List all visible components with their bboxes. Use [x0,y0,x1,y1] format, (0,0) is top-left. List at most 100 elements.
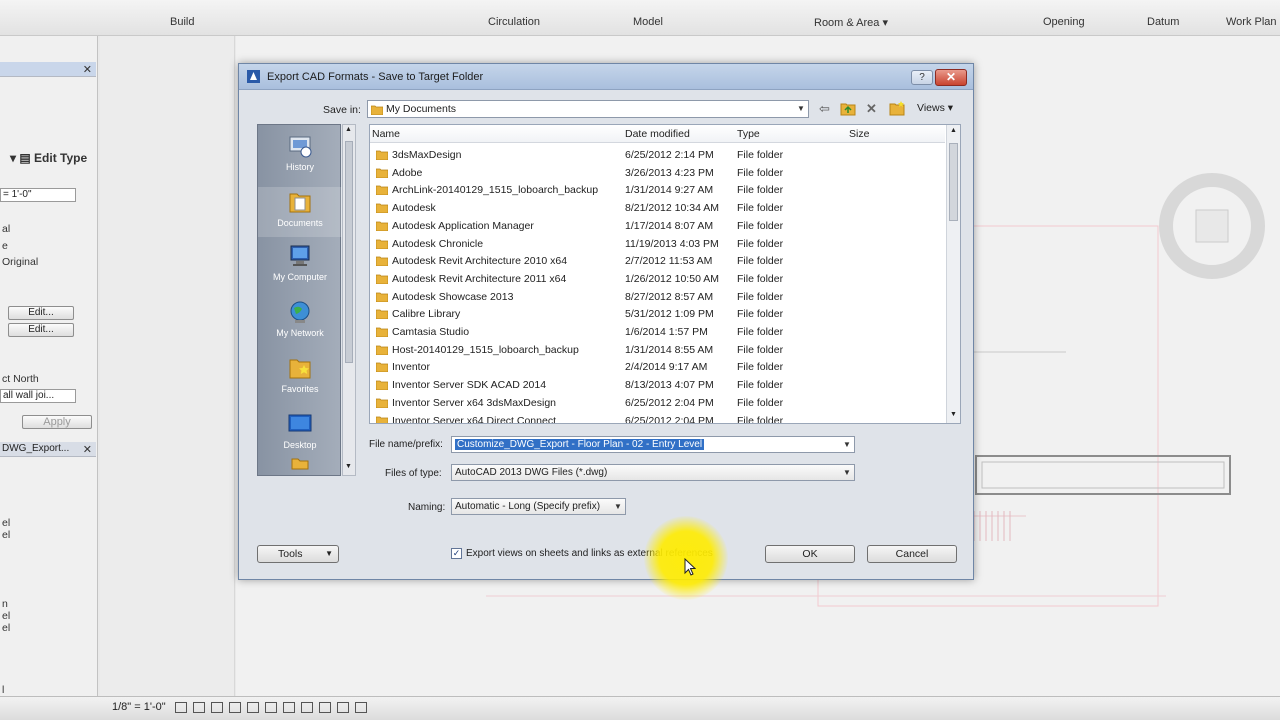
file-name-cell: Adobe [392,166,423,179]
folder-icon [376,309,388,320]
file-row[interactable]: Calibre Library 5/31/2012 1:09 PM File fol… [370,305,945,323]
place-favorites[interactable]: Favorites [258,355,342,394]
file-row[interactable]: Host-20140129_1515_loboarch_backup 1/31/2… [370,341,945,359]
new-folder-icon[interactable] [889,100,905,116]
column-size[interactable]: Size [849,128,869,140]
views-button[interactable]: Views ▾ [917,102,953,114]
files-of-type-dropdown[interactable]: AutoCAD 2013 DWG Files (*.dwg) ▼ [451,464,855,481]
file-row[interactable]: Autodesk Revit Architecture 2011 x64 1/26… [370,270,945,288]
cancel-button[interactable]: Cancel [867,545,957,563]
place-my-computer[interactable]: My Computer [258,243,342,282]
place-more[interactable] [258,455,342,484]
highlight-displacement-icon[interactable] [355,702,367,713]
browser-item[interactable]: el [0,622,10,636]
file-row[interactable]: 3dsMaxDesign 6/25/2012 2:14 PM File folder [370,146,945,164]
ribbon-group-room-area[interactable]: Room & Area ▾ [814,16,888,29]
shadows-icon[interactable] [229,702,241,713]
back-icon[interactable]: ⇦ [819,101,830,117]
ribbon-group-model[interactable]: Model [633,16,663,28]
properties-panel-header: ✕ [0,62,96,77]
file-date-cell: 8/21/2012 10:34 AM [625,202,719,215]
apply-button[interactable]: Apply [22,415,92,429]
sun-path-icon[interactable] [211,702,223,713]
tools-button[interactable]: Tools ▼ [257,545,339,563]
chevron-down-icon[interactable]: ▼ [840,437,854,453]
file-row[interactable]: Adobe 3/26/2013 4:23 PM File folder [370,164,945,182]
help-button[interactable]: ? [911,70,933,85]
export-views-checkbox-label[interactable]: Export views on sheets and links as exte… [466,548,713,559]
ribbon-group-datum[interactable]: Datum [1147,16,1179,28]
property-orientation: ct North [2,373,39,385]
file-row[interactable]: Inventor Server x64 Direct Connect 6/25/2… [370,412,945,423]
ribbon-group-circulation[interactable]: Circulation [488,16,540,28]
file-row[interactable]: Autodesk Revit Architecture 2010 x64 2/7/… [370,252,945,270]
file-type-cell: File folder [737,202,784,215]
places-scrollbar[interactable]: ▲ ▼ [342,124,356,476]
view-scale-field[interactable]: = 1'-0" [0,188,76,202]
file-row[interactable]: Inventor 2/4/2014 9:17 AM File folder [370,358,945,376]
edit-type-button[interactable]: ▾ ▤ Edit Type [8,151,87,165]
folder-icon [376,327,388,337]
ribbon-group-work-plane[interactable]: Work Plan [1226,16,1277,28]
scroll-up-icon[interactable]: ▲ [950,127,957,134]
folder-icon [376,345,388,355]
column-name[interactable]: Name [372,128,400,140]
show-crop-icon[interactable] [283,702,295,713]
file-list-scrollbar-thumb[interactable] [949,143,958,221]
column-type[interactable]: Type [737,128,760,140]
ribbon-group-build[interactable]: Build [170,16,194,28]
ribbon-group-opening[interactable]: Opening [1043,16,1085,28]
up-folder-icon[interactable] [840,100,856,116]
file-type-cell: File folder [737,308,784,321]
place-documents[interactable]: Documents [258,187,342,237]
file-name-cell: Camtasia Studio [392,326,470,338]
detail-level-icon[interactable] [175,702,187,713]
edit-button-1[interactable]: Edit... [8,306,74,320]
file-row[interactable]: Autodesk Application Manager 1/17/2014 8:… [370,217,945,235]
reveal-hidden-icon[interactable] [319,702,331,713]
file-type-cell: File folder [737,379,784,392]
places-scrollbar-thumb[interactable] [345,141,353,363]
favorites-folder-icon [289,359,311,379]
file-list-scrollbar[interactable]: ▲ ▼ [946,125,960,423]
place-my-network[interactable]: My Network [258,299,342,338]
file-row[interactable]: Camtasia Studio 1/6/2014 1:57 PM File fold… [370,323,945,341]
analytical-model-icon[interactable] [337,702,349,713]
column-date-modified[interactable]: Date modified [625,128,690,140]
temporary-hide-icon[interactable] [301,702,313,713]
scroll-down-icon[interactable]: ▼ [345,463,352,470]
file-row[interactable]: Autodesk Chronicle 11/19/2013 4:03 PM File… [370,235,945,253]
close-icon[interactable]: ✕ [83,443,92,457]
file-row[interactable]: Inventor Server SDK ACAD 2014 8/13/2013 4… [370,376,945,394]
ok-button[interactable]: OK [765,545,855,563]
export-views-checkbox[interactable]: ✓ [451,548,462,559]
file-name-input[interactable]: Customize_DWG_Export - Floor Plan - 02 -… [451,436,855,453]
file-name-cell: Inventor Server SDK ACAD 2014 [392,379,547,392]
crop-view-icon[interactable] [265,702,277,713]
file-date-cell: 5/31/2012 1:09 PM [625,308,714,321]
property-row: e [2,240,8,252]
view-scale-label[interactable]: 1/8" = 1'-0" [112,701,166,713]
file-row[interactable]: Autodesk Showcase 2013 8/27/2012 8:57 AM F… [370,288,945,306]
scroll-up-icon[interactable]: ▲ [345,126,352,133]
file-row[interactable]: Inventor Server x64 3dsMaxDesign 6/25/201… [370,394,945,412]
wall-join-display-field[interactable]: all wall joi... [0,389,76,403]
chevron-down-icon: ▾ [882,17,889,29]
place-history[interactable]: History [258,133,342,172]
close-icon[interactable]: ✕ [83,63,92,77]
rendering-icon[interactable] [247,702,259,713]
naming-dropdown[interactable]: Automatic - Long (Specify prefix) ▼ [451,498,626,515]
close-button[interactable]: ✕ [935,69,967,86]
edit-button-2[interactable]: Edit... [8,323,74,337]
dialog-title-bar[interactable]: Export CAD Formats - Save to Target Fold… [239,64,973,90]
scroll-down-icon[interactable]: ▼ [950,411,957,418]
file-row[interactable]: Autodesk 8/21/2012 10:34 AM File folder [370,199,945,217]
delete-icon[interactable]: ✕ [866,101,877,117]
folder-icon [376,221,388,231]
save-in-dropdown[interactable]: My Documents ▼ [367,100,809,118]
visual-style-icon[interactable] [193,702,205,713]
file-row[interactable]: ArchLink-20140129_1515_loboarch_backup 1/… [370,181,945,199]
browser-item[interactable]: el [0,529,10,543]
documents-folder-icon [289,193,311,213]
place-desktop[interactable]: Desktop [258,411,342,450]
